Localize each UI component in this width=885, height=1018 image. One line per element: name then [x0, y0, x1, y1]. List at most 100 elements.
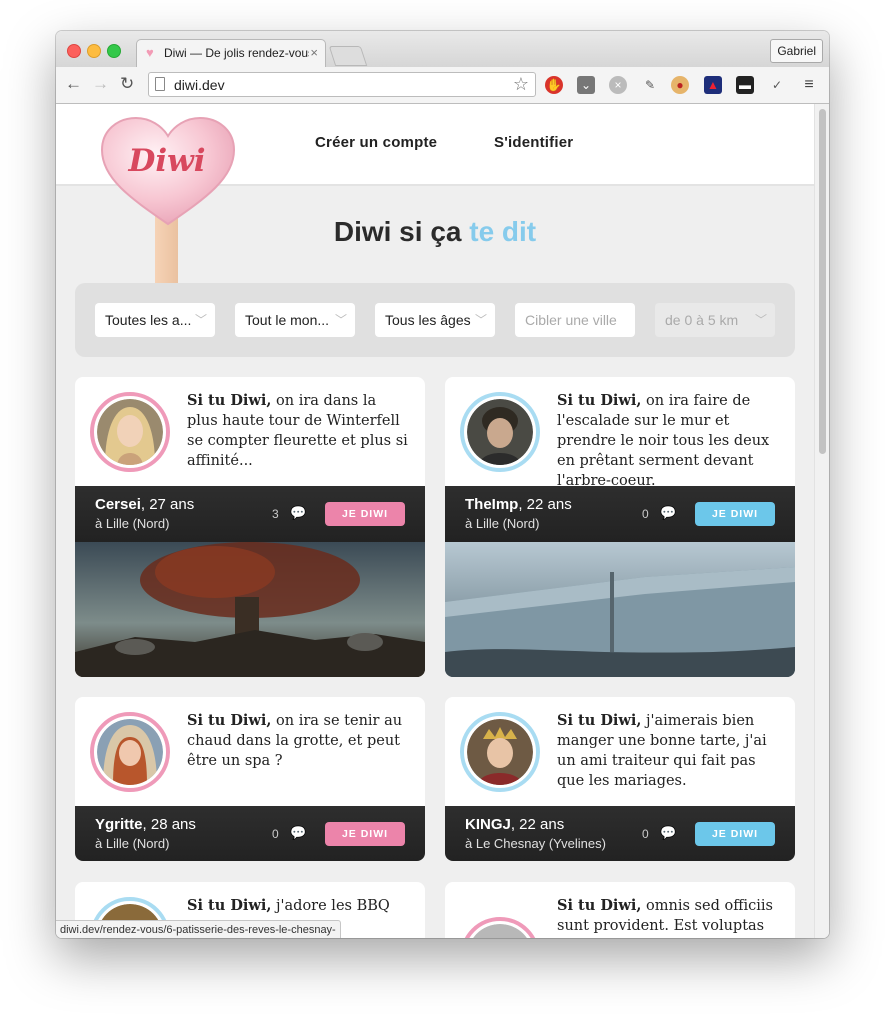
- maximize-window-button[interactable]: [107, 44, 121, 58]
- card-description: Si tu Diwi, on ira se tenir au chaud dan…: [187, 711, 409, 771]
- activity-filter-select[interactable]: Toutes les a... ﹀: [95, 303, 215, 337]
- user-city: à Lille (Nord): [95, 836, 170, 851]
- je-diwi-button[interactable]: JE DIWI: [695, 822, 775, 846]
- cookie-extension-icon[interactable]: ●: [671, 76, 689, 94]
- je-diwi-button[interactable]: JE DIWI: [695, 502, 775, 526]
- terminal-extension-icon[interactable]: ▬: [736, 76, 754, 94]
- activity-filter-value: Toutes les a...: [105, 312, 192, 328]
- city-search-placeholder: Cibler une ville: [525, 312, 617, 328]
- user-name: KINGJ, 22 ans: [465, 816, 565, 833]
- avatar[interactable]: [90, 712, 170, 792]
- card-intro: Si tu Diwi,: [187, 392, 272, 409]
- card-info-bar: TheImp, 22 ans à Lille (Nord) 0 💬 JE DIW…: [445, 486, 795, 542]
- menu-icon[interactable]: ≡: [800, 76, 818, 94]
- pocket-extension-icon[interactable]: ⌄: [577, 76, 595, 94]
- heart-favicon-icon: ♥: [146, 45, 154, 60]
- comment-count: 0: [642, 507, 649, 521]
- city-search-input[interactable]: Cibler une ville: [515, 303, 635, 337]
- tab-bar: ♥ Diwi — De jolis rendez-vous × Gabriel: [56, 31, 829, 67]
- je-diwi-button[interactable]: JE DIWI: [325, 822, 405, 846]
- comment-bubble-icon: 💬: [660, 825, 677, 840]
- card-intro: Si tu Diwi,: [557, 897, 642, 914]
- card-intro: Si tu Diwi,: [557, 712, 642, 729]
- close-window-button[interactable]: [67, 44, 81, 58]
- login-link[interactable]: S'identifier: [494, 134, 573, 151]
- browser-toolbar: ← → ↻ diwi.dev ☆ ✋ ⌄ × ✎ ● ▲ ▬ ✓ ≡: [56, 67, 829, 104]
- card-text: j'adore les BBQ: [271, 898, 390, 914]
- new-tab-button[interactable]: [328, 46, 368, 66]
- reload-icon[interactable]: ↻: [120, 75, 134, 93]
- date-card[interactable]: Si tu Diwi, omnis sed officiis sunt prov…: [445, 882, 795, 938]
- close-circle-extension-icon[interactable]: ×: [609, 76, 627, 94]
- checklist-extension-icon[interactable]: ✓: [768, 76, 786, 94]
- comment-bubble-icon: 💬: [660, 505, 677, 520]
- create-account-link[interactable]: Créer un compte: [315, 134, 437, 151]
- eyedropper-extension-icon[interactable]: ✎: [641, 76, 659, 94]
- je-diwi-button[interactable]: JE DIWI: [325, 502, 405, 526]
- hero-main-text: Diwi si ça: [333, 216, 462, 247]
- logo[interactable]: Diwi: [100, 116, 236, 287]
- translate-extension-icon[interactable]: ▲: [704, 76, 722, 94]
- card-description: Si tu Diwi, on ira faire de l'escalade s…: [557, 391, 779, 491]
- scrollbar-thumb[interactable]: [819, 109, 826, 454]
- avatar[interactable]: [460, 712, 540, 792]
- weirwood-tree-photo: [75, 542, 425, 677]
- avatar[interactable]: [460, 917, 540, 938]
- avatar[interactable]: [460, 392, 540, 472]
- address-bar[interactable]: diwi.dev ☆: [148, 72, 536, 97]
- comment-count: 3: [272, 507, 279, 521]
- comment-count: 0: [272, 827, 279, 841]
- people-filter-value: Tout le mon...: [245, 312, 330, 328]
- page-icon: [155, 77, 165, 91]
- avatar-image: [467, 719, 533, 785]
- browser-window: ♥ Diwi — De jolis rendez-vous × Gabriel …: [56, 31, 829, 938]
- hero-title: Diwi si ça te dit: [56, 216, 814, 248]
- hero-accent-text: te dit: [469, 216, 537, 247]
- bookmark-star-icon[interactable]: ☆: [513, 74, 529, 95]
- card-info-bar: KINGJ, 22 ans à Le Chesnay (Yvelines) 0 …: [445, 806, 795, 861]
- status-bar-url: diwi.dev/rendez-vous/6-patisserie-des-re…: [56, 920, 341, 938]
- chevron-down-icon: ﹀: [754, 313, 767, 327]
- chevron-down-icon: ﹀: [194, 313, 207, 327]
- chevron-down-icon: ﹀: [474, 313, 487, 327]
- date-card[interactable]: Si tu Diwi, on ira dans la plus haute to…: [75, 377, 425, 677]
- distance-filter-select[interactable]: de 0 à 5 km ﹀: [655, 303, 775, 337]
- card-info-bar: Ygritte, 28 ans à Lille (Nord) 0 💬 JE DI…: [75, 806, 425, 861]
- filter-panel: Toutes les a... ﹀ Tout le mon... ﹀ Tous …: [75, 283, 795, 357]
- user-name: TheImp, 22 ans: [465, 496, 572, 513]
- page-viewport: Créer un compte S'identifier Diwi Diwi s…: [56, 104, 814, 938]
- adblock-extension-icon[interactable]: ✋: [545, 76, 563, 94]
- comment-count: 0: [642, 827, 649, 841]
- age-filter-value: Tous les âges: [385, 312, 471, 328]
- logo-text: Diwi: [128, 143, 206, 179]
- avatar-image: [467, 399, 533, 465]
- browser-tab[interactable]: ♥ Diwi — De jolis rendez-vous ×: [136, 39, 326, 67]
- minimize-window-button[interactable]: [87, 44, 101, 58]
- people-filter-select[interactable]: Tout le mon... ﹀: [235, 303, 355, 337]
- card-description: Si tu Diwi, omnis sed officiis sunt prov…: [557, 896, 779, 938]
- back-arrow-icon[interactable]: ←: [65, 75, 82, 93]
- chevron-down-icon: ﹀: [334, 313, 347, 327]
- distance-filter-value: de 0 à 5 km: [665, 312, 739, 328]
- card-description: Si tu Diwi, j'adore les BBQ: [187, 896, 409, 916]
- user-name: Ygritte, 28 ans: [95, 816, 196, 833]
- comment-bubble-icon: 💬: [290, 505, 307, 520]
- avatar[interactable]: [90, 392, 170, 472]
- card-intro: Si tu Diwi,: [557, 392, 642, 409]
- card-intro: Si tu Diwi,: [187, 712, 272, 729]
- url-text: diwi.dev: [174, 77, 225, 93]
- tab-title: Diwi — De jolis rendez-vous: [164, 46, 309, 60]
- date-card[interactable]: Si tu Diwi, on ira se tenir au chaud dan…: [75, 697, 425, 861]
- card-intro: Si tu Diwi,: [187, 897, 272, 914]
- date-card[interactable]: Si tu Diwi, j'aimerais bien manger une b…: [445, 697, 795, 861]
- avatar-image: [97, 719, 163, 785]
- card-description: Si tu Diwi, on ira dans la plus haute to…: [187, 391, 409, 471]
- tab-close-icon[interactable]: ×: [310, 45, 318, 60]
- profile-button[interactable]: Gabriel: [770, 39, 823, 63]
- avatar-image: [467, 924, 533, 938]
- forward-arrow-icon[interactable]: →: [92, 75, 109, 93]
- date-card[interactable]: Si tu Diwi, on ira faire de l'escalade s…: [445, 377, 795, 677]
- page-scrollbar[interactable]: [814, 104, 829, 938]
- age-filter-select[interactable]: Tous les âges ﹀: [375, 303, 495, 337]
- user-city: à Lille (Nord): [465, 516, 540, 531]
